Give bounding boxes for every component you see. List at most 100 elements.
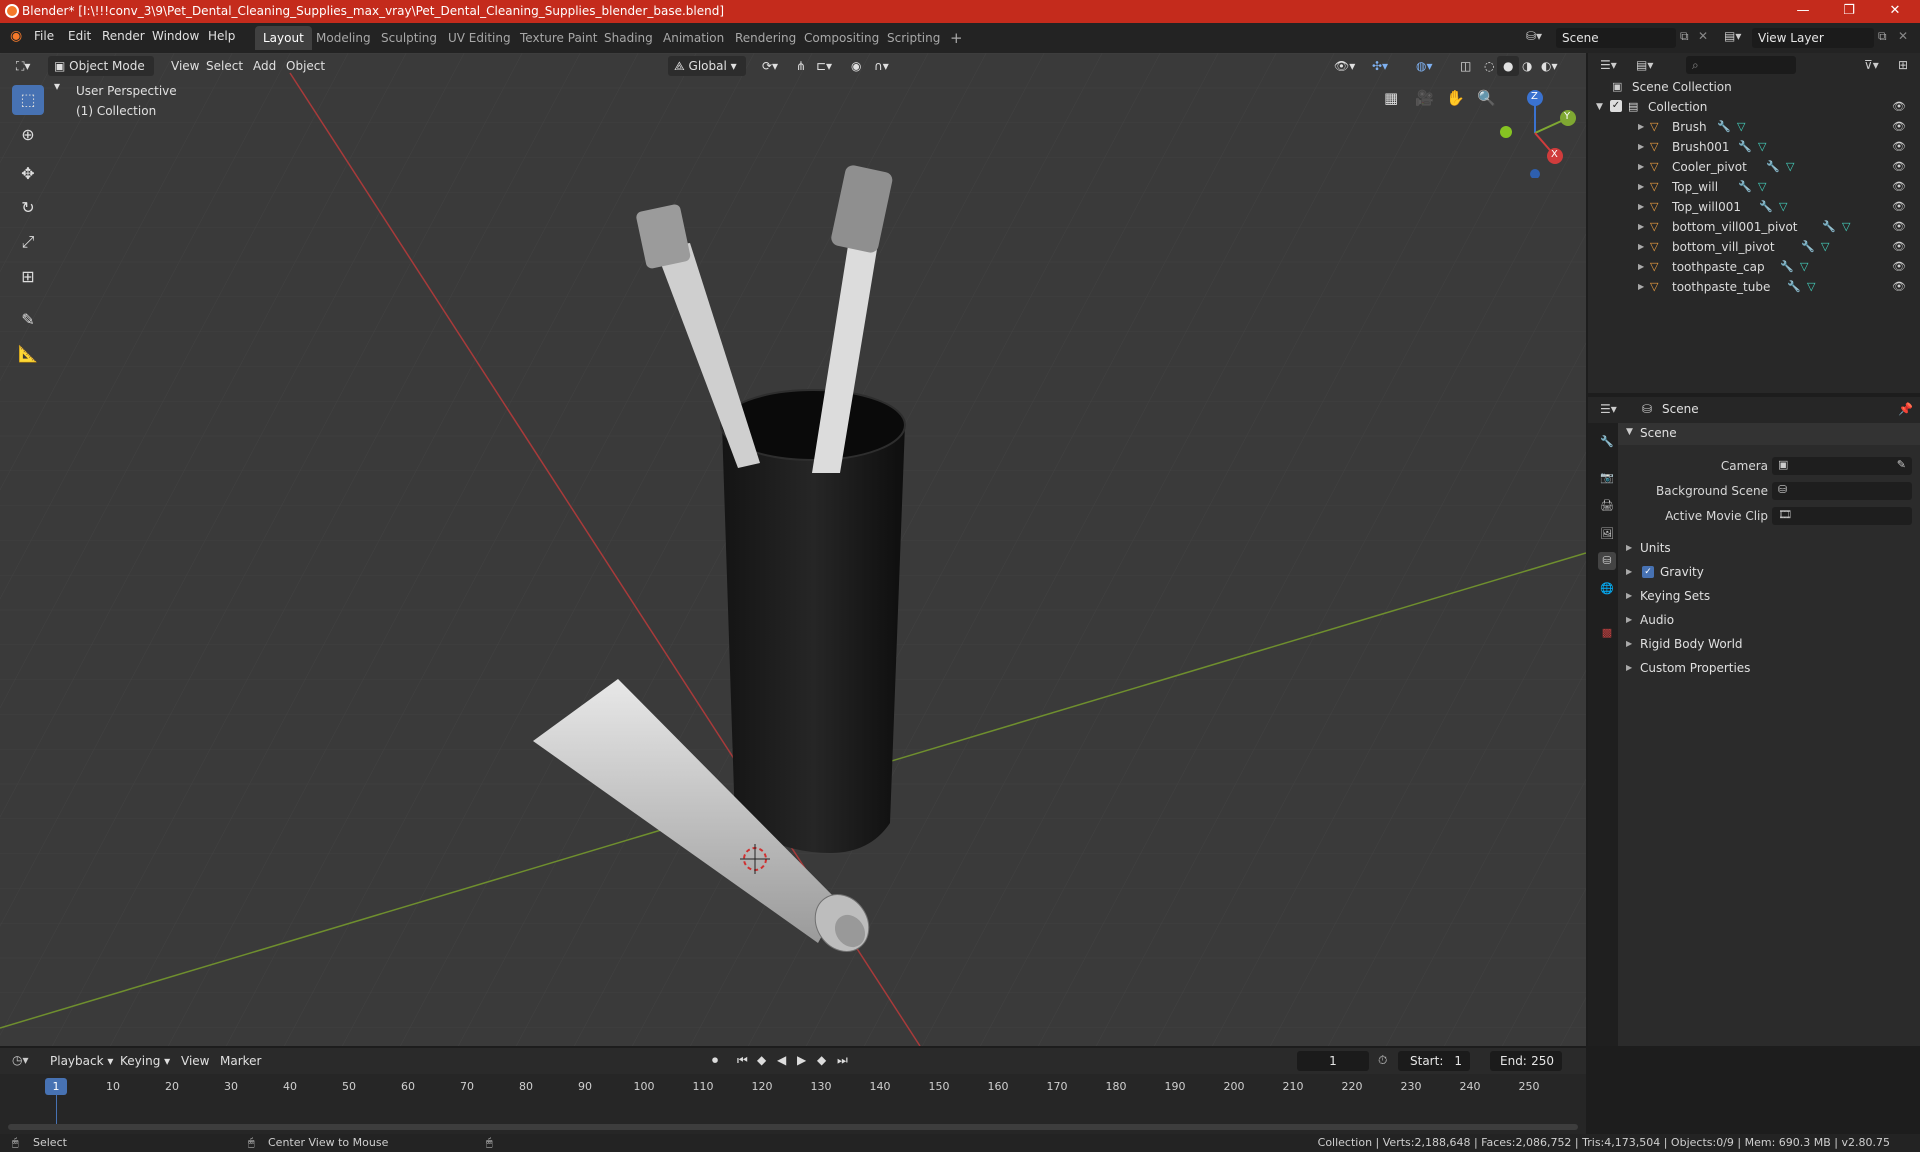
camera-view-icon[interactable]: 🎥	[1415, 89, 1434, 107]
expand-arrow-icon[interactable]: ▶	[1638, 217, 1644, 237]
output-tab-icon[interactable]: 🖨	[1598, 497, 1616, 515]
outliner-row-object[interactable]: ▶ ▽ bottom_vill_pivot 🔧 ▽ 👁	[1588, 237, 1920, 257]
collection-checkbox[interactable]: ✓	[1610, 100, 1622, 112]
expand-arrow-icon[interactable]: ▶	[1638, 197, 1644, 217]
outliner-row-object[interactable]: ▶ ▽ bottom_vill001_pivot 🔧 ▽ 👁	[1588, 217, 1920, 237]
overlay-toggle-icon[interactable]: ◍▾	[1410, 56, 1439, 76]
eyedropper-icon[interactable]: ✎	[1897, 458, 1906, 471]
tool-tab-icon[interactable]: 🔧	[1598, 433, 1616, 451]
panel-units[interactable]: ▶ Units	[1626, 537, 1916, 559]
panel-keying-sets[interactable]: ▶ Keying Sets	[1626, 585, 1916, 607]
viewport-menu-object[interactable]: Object	[280, 56, 331, 76]
blender-menu-icon[interactable]: ◉	[10, 28, 22, 44]
minimize-button[interactable]: —	[1780, 0, 1826, 23]
tab-animation[interactable]: Animation	[655, 26, 732, 50]
expand-arrow-icon[interactable]: ▶	[1638, 177, 1644, 197]
eye-icon[interactable]: 👁	[1892, 177, 1906, 197]
delete-scene-icon[interactable]: ✕	[1698, 29, 1708, 43]
eye-icon[interactable]: 👁	[1892, 217, 1906, 237]
measure-tool[interactable]: 📐	[12, 339, 44, 369]
tab-scripting[interactable]: Scripting	[879, 26, 948, 50]
outliner-row-object[interactable]: ▶ ▽ toothpaste_cap 🔧 ▽ 👁	[1588, 257, 1920, 277]
object-mode-dropdown[interactable]: ▣ Object Mode ▾	[48, 56, 154, 93]
menu-window[interactable]: Window	[152, 29, 199, 43]
viewport-menu-select[interactable]: Select	[200, 56, 249, 76]
panel-custom-properties[interactable]: ▶ Custom Properties	[1626, 657, 1916, 679]
rendered-shading-icon[interactable]: ◐▾	[1535, 56, 1564, 76]
mesh-data-icon[interactable]: ▽	[1821, 237, 1829, 257]
modifier-wrench-icon[interactable]: 🔧	[1787, 277, 1801, 297]
eye-icon[interactable]: 👁	[1892, 237, 1906, 257]
outliner-row-object[interactable]: ▶ ▽ toothpaste_tube 🔧 ▽ 👁	[1588, 277, 1920, 297]
menu-file[interactable]: File	[34, 29, 54, 43]
background-scene-field[interactable]: ⛁	[1772, 482, 1912, 500]
eye-icon[interactable]: 👁	[1892, 277, 1906, 297]
timeline-ruler[interactable]: 10 20 30 40 50 60 70 80 90 100 110 120 130 140 150 160 1…	[0, 1048, 1586, 1134]
eye-icon[interactable]: 👁	[1892, 117, 1906, 137]
scene-section-header[interactable]: ▼ Scene	[1618, 423, 1920, 445]
view-layer-browse-icon[interactable]: ▤▾	[1724, 29, 1741, 43]
new-scene-icon[interactable]: ⧉	[1680, 29, 1689, 44]
scene-field[interactable]: Scene	[1556, 28, 1676, 48]
gizmo-toggle-icon[interactable]: ✣▾	[1366, 56, 1394, 76]
pin-icon[interactable]: 📌	[1898, 402, 1913, 416]
modifier-wrench-icon[interactable]: 🔧	[1738, 137, 1752, 157]
close-button[interactable]: ✕	[1872, 0, 1918, 23]
modifier-wrench-icon[interactable]: 🔧	[1717, 117, 1731, 137]
mesh-data-icon[interactable]: ▽	[1737, 117, 1745, 137]
pan-hand-icon[interactable]: ✋	[1446, 89, 1465, 107]
properties-editor-type-icon[interactable]: ☰▾	[1600, 402, 1617, 416]
camera-field[interactable]: ▣ ✎	[1772, 457, 1912, 475]
tab-texture-paint[interactable]: Texture Paint	[512, 26, 605, 50]
tab-modeling[interactable]: Modeling	[308, 26, 379, 50]
expand-arrow-icon[interactable]: ▶	[1638, 237, 1644, 257]
modifier-wrench-icon[interactable]: 🔧	[1766, 157, 1780, 177]
new-collection-icon[interactable]: ⊞	[1898, 58, 1908, 72]
falloff-icon[interactable]: ∩▾	[868, 56, 895, 76]
visibility-icon[interactable]: 👁▾	[1328, 56, 1361, 76]
mesh-data-icon[interactable]: ▽	[1842, 217, 1850, 237]
filter-icon[interactable]: ⊽▾	[1864, 58, 1879, 72]
mesh-data-icon[interactable]: ▽	[1758, 137, 1766, 157]
mesh-data-icon[interactable]: ▽	[1758, 177, 1766, 197]
mesh-data-icon[interactable]: ▽	[1800, 257, 1808, 277]
expand-arrow-icon[interactable]: ▶	[1638, 137, 1644, 157]
new-view-layer-icon[interactable]: ⧉	[1878, 29, 1887, 44]
pivot-point-icon[interactable]: ⟳▾	[756, 56, 784, 76]
mesh-data-icon[interactable]: ▽	[1779, 197, 1787, 217]
rotate-tool[interactable]: ↻	[12, 193, 44, 223]
modifier-wrench-icon[interactable]: 🔧	[1738, 177, 1752, 197]
view-layer-tab-icon[interactable]: 🖼	[1598, 525, 1616, 543]
render-tab-icon[interactable]: 📷	[1598, 469, 1616, 487]
outliner-row-object[interactable]: ▶ ▽ Top_will 🔧 ▽ 👁	[1588, 177, 1920, 197]
menu-help[interactable]: Help	[208, 29, 235, 43]
add-workspace-button[interactable]: +	[942, 26, 971, 50]
eye-icon[interactable]: 👁	[1892, 257, 1906, 277]
scene-browse-icon[interactable]: ⛁▾	[1526, 29, 1542, 43]
modifier-wrench-icon[interactable]: 🔧	[1801, 237, 1815, 257]
panel-audio[interactable]: ▶ Audio	[1626, 609, 1916, 631]
viewport-menu-add[interactable]: Add	[247, 56, 282, 76]
tab-layout[interactable]: Layout	[255, 26, 312, 50]
annotate-tool[interactable]: ✎	[12, 305, 44, 335]
expand-arrow-icon[interactable]: ▶	[1638, 257, 1644, 277]
expand-arrow-icon[interactable]: ▶	[1638, 117, 1644, 137]
outliner-search-input[interactable]: ⌕	[1686, 56, 1796, 74]
modifier-wrench-icon[interactable]: 🔧	[1780, 257, 1794, 277]
modifier-wrench-icon[interactable]: 🔧	[1759, 197, 1773, 217]
maximize-button[interactable]: ❐	[1826, 0, 1872, 23]
texture-tab-icon[interactable]: ▩	[1598, 624, 1616, 642]
transform-tool[interactable]: ⊞	[12, 262, 44, 292]
delete-view-layer-icon[interactable]: ✕	[1898, 29, 1908, 43]
editor-type-icon[interactable]: ⛶▾	[10, 56, 36, 76]
mesh-data-icon[interactable]: ▽	[1786, 157, 1794, 177]
tab-compositing[interactable]: Compositing	[796, 26, 887, 50]
move-tool[interactable]: ✥	[12, 159, 44, 189]
menu-edit[interactable]: Edit	[68, 29, 91, 43]
cursor-tool[interactable]: ⊕	[12, 120, 44, 150]
mesh-data-icon[interactable]: ▽	[1807, 277, 1815, 297]
view-layer-field[interactable]: View Layer	[1752, 28, 1874, 48]
gravity-checkbox[interactable]: ✓	[1642, 566, 1654, 578]
outliner-row-object[interactable]: ▶ ▽ Cooler_pivot 🔧 ▽ 👁	[1588, 157, 1920, 177]
zoom-icon[interactable]: 🔍	[1477, 89, 1496, 107]
